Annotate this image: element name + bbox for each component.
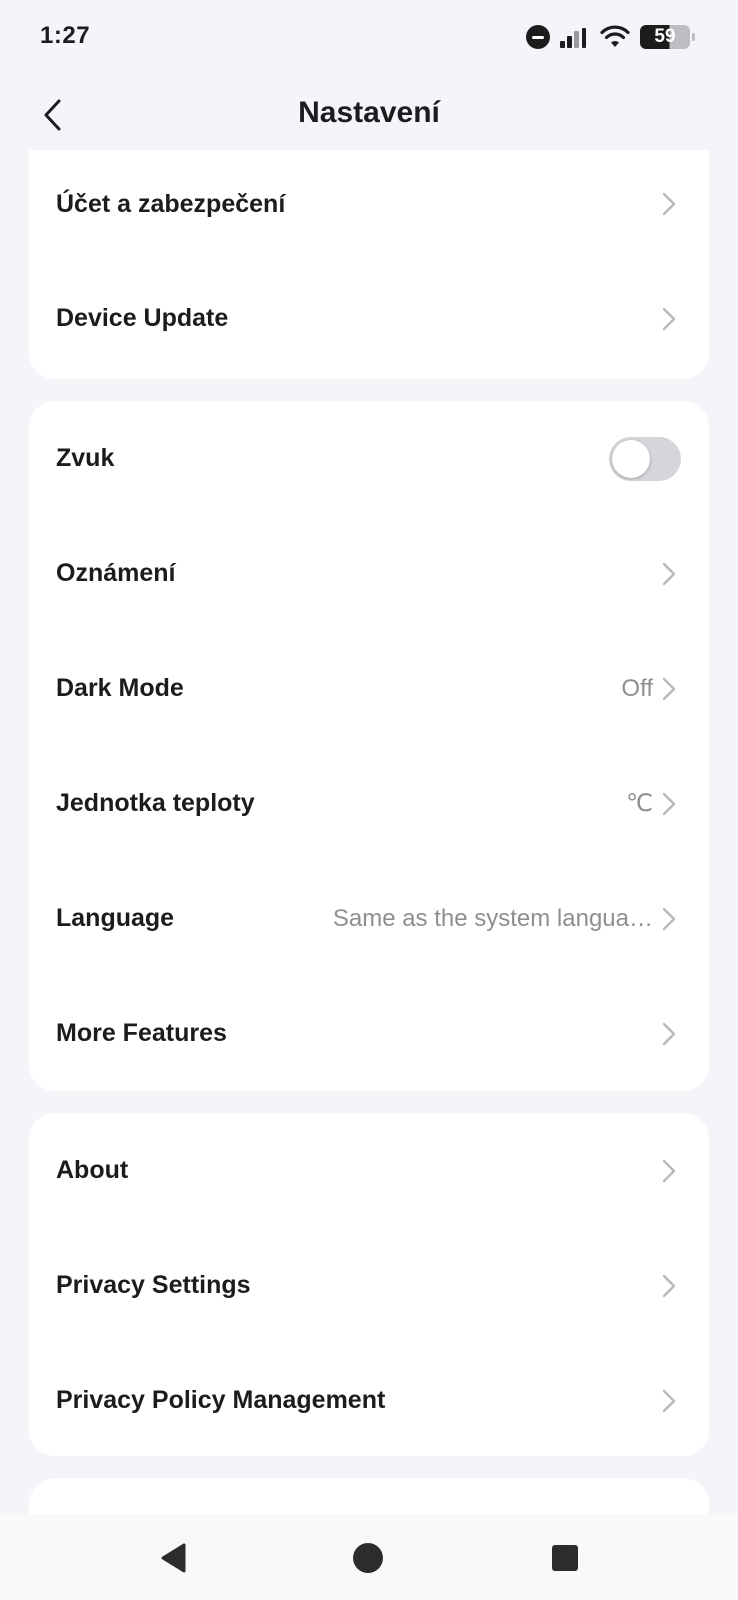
status-time: 1:27 xyxy=(40,22,91,49)
sound-toggle[interactable] xyxy=(609,436,681,481)
status-bar: 1:27 59 xyxy=(0,0,738,74)
settings-group-about: About Privacy Settings Privacy Policy Ma… xyxy=(29,1113,709,1456)
page-title: Nastavení xyxy=(298,96,440,129)
row-label: Privacy Policy Management xyxy=(56,1386,386,1414)
row-label: Zvuk xyxy=(56,444,115,472)
battery-level: 59 xyxy=(654,26,676,47)
row-value: Same as the system langua… xyxy=(332,904,653,932)
settings-row-sound: Zvuk xyxy=(29,401,709,516)
chevron-right-icon xyxy=(662,562,676,585)
chevron-right-icon xyxy=(662,907,676,930)
settings-row-more-features[interactable]: More Features xyxy=(29,976,709,1091)
row-label: Language xyxy=(56,904,175,932)
settings-row-account-security[interactable]: Účet a zabezpečení xyxy=(29,150,709,258)
battery-icon: 59 xyxy=(640,25,695,49)
row-label: Účet a zabezpečení xyxy=(56,189,286,218)
wifi-icon xyxy=(600,25,630,47)
row-label: More Features xyxy=(56,1019,227,1047)
settings-row-temperature-unit[interactable]: Jednotka teploty ℃ xyxy=(29,746,709,861)
chevron-right-icon xyxy=(662,1159,676,1182)
signal-icon xyxy=(560,26,590,48)
settings-row-privacy-policy-management[interactable]: Privacy Policy Management xyxy=(29,1343,709,1456)
settings-row-about[interactable]: About xyxy=(29,1113,709,1228)
row-value: ℃ xyxy=(626,790,653,817)
chevron-right-icon xyxy=(662,192,676,216)
row-value: Off xyxy=(621,674,653,702)
chevron-right-icon xyxy=(662,307,676,330)
row-label: Dark Mode xyxy=(56,674,184,702)
toggle-knob xyxy=(612,439,650,478)
settings-row-privacy-settings[interactable]: Privacy Settings xyxy=(29,1228,709,1343)
chevron-right-icon xyxy=(662,1022,676,1045)
nav-back-button[interactable] xyxy=(152,1536,196,1580)
settings-group-preferences: Zvuk Oznámení Dark Mode Off Jednotka tep… xyxy=(29,401,709,1091)
recents-square-icon xyxy=(552,1545,578,1571)
status-icons: 59 xyxy=(526,22,695,52)
chevron-right-icon xyxy=(662,677,676,700)
settings-group-account: Účet a zabezpečení Device Update xyxy=(29,150,709,379)
nav-recents-button[interactable] xyxy=(543,1536,587,1580)
settings-screen: 1:27 59 Nastavení Účet a zabezpečení Dev… xyxy=(0,0,738,1600)
chevron-right-icon xyxy=(662,1389,676,1412)
home-circle-icon xyxy=(353,1543,383,1573)
chevron-right-icon xyxy=(662,792,676,815)
row-label: About xyxy=(56,1156,129,1184)
row-label: Privacy Settings xyxy=(56,1271,251,1299)
settings-row-notifications[interactable]: Oznámení xyxy=(29,516,709,631)
settings-row-device-update[interactable]: Device Update xyxy=(29,258,709,379)
nav-home-button[interactable] xyxy=(346,1536,390,1580)
system-nav-bar xyxy=(0,1514,738,1600)
settings-row-dark-mode[interactable]: Dark Mode Off xyxy=(29,631,709,746)
back-triangle-icon xyxy=(161,1543,186,1573)
header: Nastavení xyxy=(0,80,738,150)
settings-row-language[interactable]: Language Same as the system langua… xyxy=(29,861,709,976)
do-not-disturb-icon xyxy=(526,25,550,49)
row-label: Device Update xyxy=(56,304,229,332)
chevron-right-icon xyxy=(662,1274,676,1297)
row-label: Oznámení xyxy=(56,559,176,587)
row-label: Jednotka teploty xyxy=(56,789,255,817)
